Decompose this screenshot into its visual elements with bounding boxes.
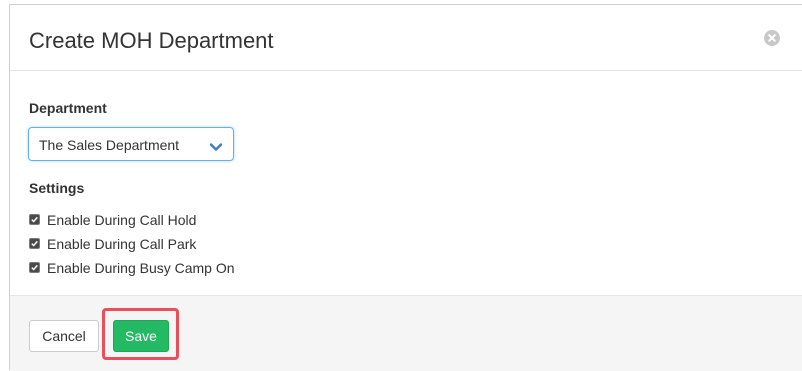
cancel-button[interactable]: Cancel bbox=[29, 320, 99, 352]
department-select[interactable]: The Sales Department bbox=[28, 127, 234, 161]
enable-call-hold-label: Enable During Call Hold bbox=[47, 212, 197, 228]
dialog-footer: Cancel Save bbox=[10, 295, 802, 371]
dialog-title: Create MOH Department bbox=[29, 28, 274, 53]
save-button[interactable]: Save bbox=[113, 320, 169, 352]
dialog-body: Department The Sales Department Settings… bbox=[10, 71, 802, 295]
department-label: Department bbox=[29, 100, 107, 116]
department-select-value: The Sales Department bbox=[39, 137, 180, 153]
enable-busy-camp-on-checkbox[interactable] bbox=[29, 262, 40, 273]
enable-busy-camp-on-label: Enable During Busy Camp On bbox=[47, 260, 235, 276]
chevron-down-icon bbox=[209, 139, 223, 157]
enable-call-park-checkbox[interactable] bbox=[29, 238, 40, 249]
create-moh-department-dialog: Create MOH Department Department The Sal… bbox=[9, 4, 802, 371]
dialog-header: Create MOH Department bbox=[10, 5, 802, 71]
settings-label: Settings bbox=[29, 180, 85, 196]
enable-call-park-label: Enable During Call Park bbox=[47, 236, 197, 252]
enable-call-hold-checkbox[interactable] bbox=[29, 214, 40, 225]
close-icon[interactable] bbox=[764, 30, 780, 46]
